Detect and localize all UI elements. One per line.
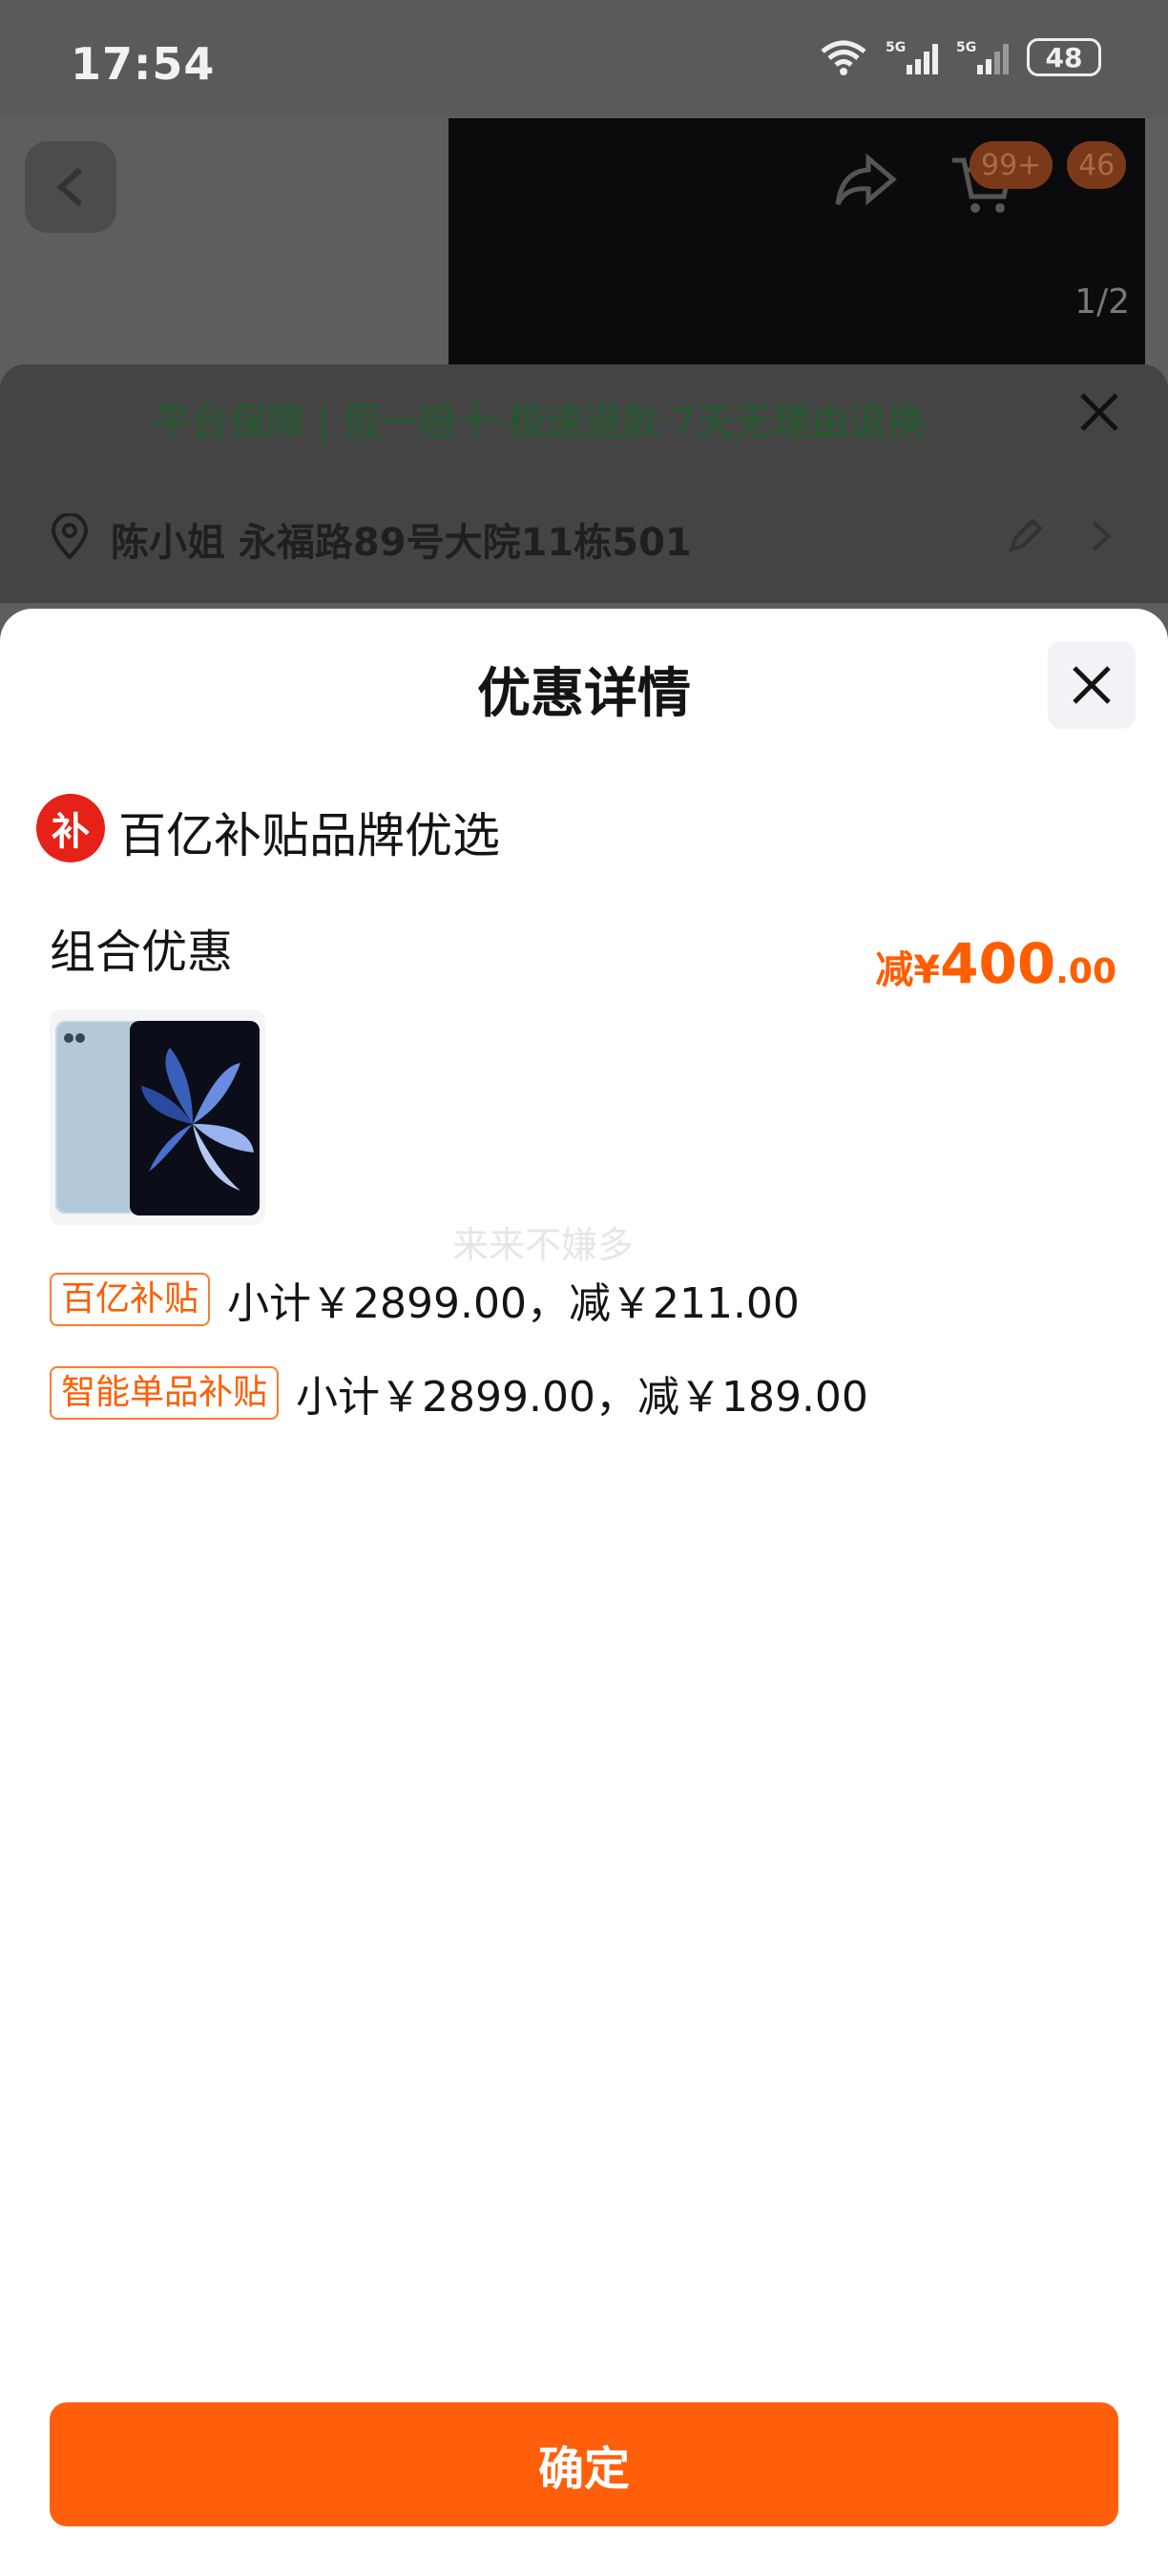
chevron-right-icon — [1092, 521, 1113, 551]
subsidy-text: 小计￥2899.00，减￥211.00 — [227, 1279, 800, 1328]
svg-text:5G: 5G — [886, 40, 906, 55]
wifi-icon — [821, 40, 866, 75]
subsidy-tag: 百亿补贴 — [50, 1273, 211, 1326]
product-image — [448, 71, 1145, 405]
discount-details-sheet — [0, 609, 1168, 2576]
tablet-image — [55, 1021, 260, 1215]
subsidy-tag: 智能单品补贴 — [50, 1366, 280, 1420]
combo-discount-amount: 减¥400.00 — [875, 931, 1116, 996]
close-button[interactable] — [1048, 641, 1136, 729]
confirm-button[interactable]: 确定 — [50, 2402, 1118, 2526]
back-button[interactable] — [25, 141, 116, 233]
signal-5g-icon-2: 5G — [956, 40, 1009, 74]
close-icon[interactable] — [1078, 391, 1120, 433]
subsidy-row: 百亿补贴 小计￥2899.00，减￥211.00 — [50, 1269, 800, 1330]
message-badge: 46 — [1067, 141, 1127, 189]
chevron-left-icon — [56, 167, 83, 207]
share-icon[interactable] — [832, 153, 899, 210]
guarantee-text: 平台保障 | 假一赔十·极速退款·7天无理由退换 — [153, 401, 926, 445]
amount-integer: 400 — [940, 931, 1056, 996]
signal-5g-icon: 5G — [886, 40, 938, 74]
subsidy-row: 智能单品补贴 小计￥2899.00，减￥189.00 — [50, 1362, 868, 1423]
watermark: 来来不嫌多 — [452, 1224, 635, 1266]
image-counter: 1/2 — [1074, 282, 1130, 322]
combo-discount-label: 组合优惠 — [50, 925, 234, 979]
amount-prefix: 减¥ — [875, 948, 941, 992]
status-icons: 5G 5G 48 — [819, 38, 1101, 76]
status-time: 17:54 — [71, 38, 216, 90]
battery-icon: 48 — [1027, 38, 1101, 76]
subsidy-logo-icon: 补 — [36, 794, 105, 862]
address-text: 陈小姐 永福路89号大院11栋501 — [111, 521, 692, 565]
subsidy-text: 小计￥2899.00，减￥189.00 — [296, 1373, 868, 1422]
edit-icon[interactable] — [1006, 517, 1044, 555]
svg-text:5G: 5G — [956, 40, 976, 55]
product-thumbnail — [50, 1009, 265, 1225]
location-pin-icon — [51, 513, 89, 559]
amount-decimal: .00 — [1055, 952, 1116, 991]
sheet-title: 优惠详情 — [477, 663, 691, 725]
close-icon — [1073, 666, 1111, 704]
brand-title: 百亿补贴品牌优选 — [118, 808, 500, 863]
cart-badge: 99+ — [970, 141, 1053, 189]
